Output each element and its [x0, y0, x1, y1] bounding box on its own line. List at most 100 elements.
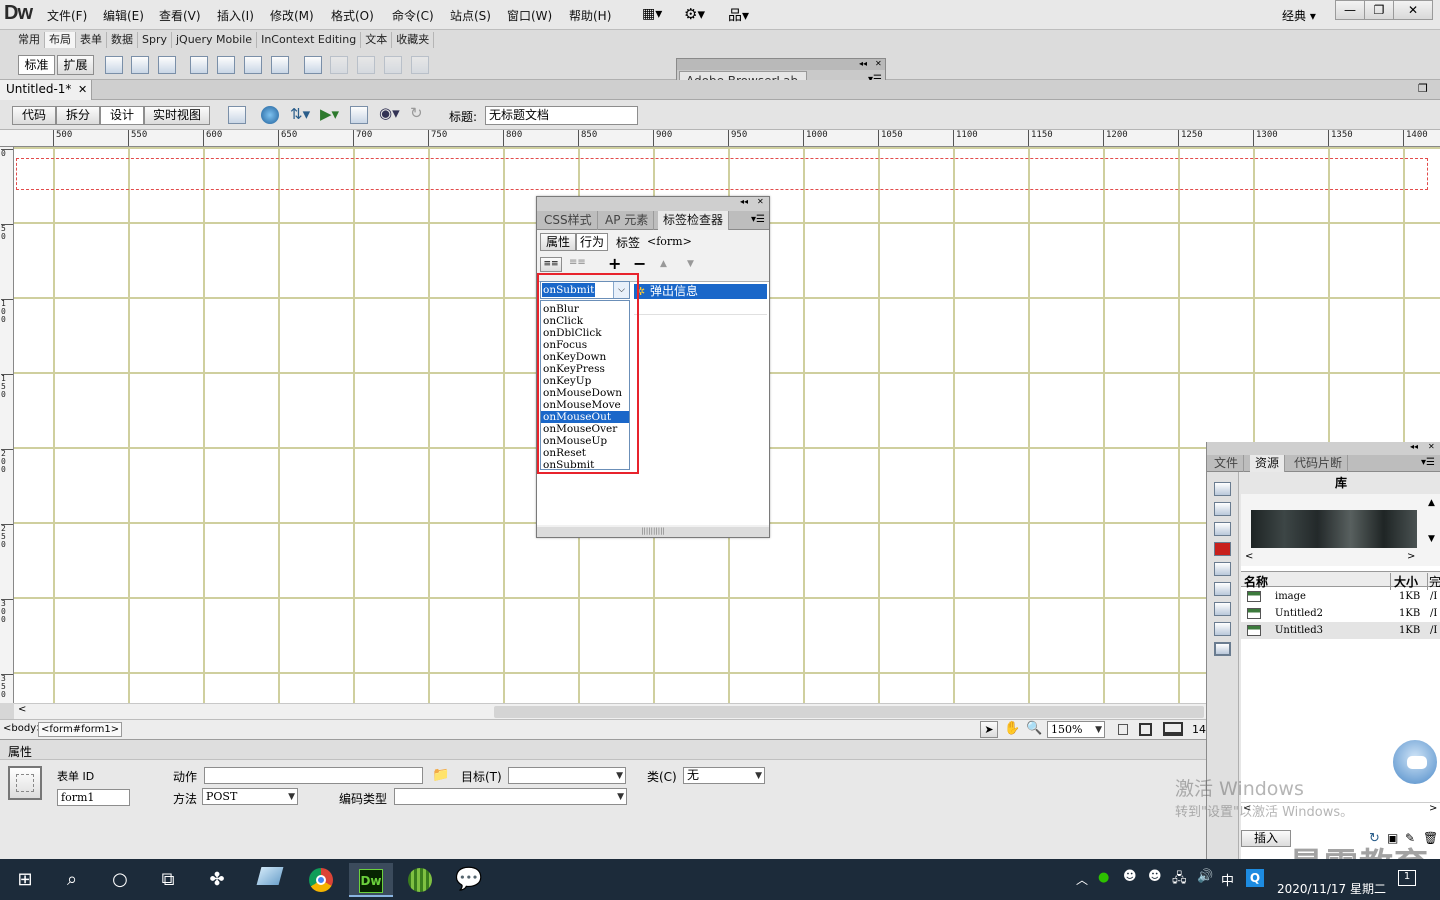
tab-close-icon[interactable]: ✕: [78, 80, 87, 99]
expanded-mode-button[interactable]: 扩展: [57, 55, 94, 75]
menu-window[interactable]: 窗口(W): [507, 7, 552, 24]
notebook-app-icon[interactable]: [250, 863, 290, 897]
menu-commands[interactable]: 命令(C): [392, 7, 434, 24]
menu-file[interactable]: 文件(F): [47, 7, 87, 24]
assistant-avatar[interactable]: [1391, 738, 1439, 786]
layout-icon[interactable]: ▦▾: [642, 6, 662, 22]
inspect-icon[interactable]: ◉▾: [379, 104, 400, 122]
browse-folder-icon[interactable]: 📁: [432, 767, 449, 783]
minimize-button[interactable]: —: [1335, 0, 1365, 20]
scroll-down-icon[interactable]: ▼: [1428, 534, 1435, 544]
menu-format[interactable]: 格式(O): [331, 7, 374, 24]
tab-favorites[interactable]: 收藏夹: [392, 32, 435, 48]
scroll-thumb[interactable]: [494, 706, 1204, 718]
hand-tool-icon[interactable]: ✋: [1004, 721, 1020, 736]
tab-files[interactable]: 文件: [1209, 455, 1245, 472]
scroll-left-icon[interactable]: <: [1245, 551, 1253, 562]
design-view-button[interactable]: 设计: [100, 106, 144, 125]
insert-button[interactable]: 插入: [1241, 830, 1291, 847]
q-app-icon[interactable]: Q: [1246, 869, 1264, 887]
file-transfer-icon[interactable]: ⇅▾: [290, 105, 310, 123]
tag-selector-form[interactable]: <form#form1>: [38, 722, 123, 737]
resize-grip[interactable]: ||||||||||: [537, 527, 769, 537]
movies-icon[interactable]: [1214, 582, 1231, 596]
tray-qq-icon[interactable]: ☻: [1123, 869, 1137, 884]
dreamweaver-taskbar-icon[interactable]: Dw: [349, 863, 393, 897]
multiscreen-icon[interactable]: [228, 106, 246, 124]
gear-icon[interactable]: ⚙▾: [684, 5, 705, 23]
tab-spry[interactable]: Spry: [138, 32, 172, 48]
menu-site[interactable]: 站点(S): [450, 7, 491, 24]
volume-icon[interactable]: 🔊: [1197, 869, 1213, 884]
form-id-input[interactable]: form1: [57, 789, 130, 806]
behaviors-tab[interactable]: 行为: [576, 233, 608, 251]
tray-qq2-icon[interactable]: ☻: [1148, 869, 1162, 884]
preview-globe-icon[interactable]: [261, 106, 279, 124]
panel-titlebar[interactable]: ◂◂ ✕: [537, 197, 769, 211]
scroll-left-icon[interactable]: <: [18, 704, 26, 715]
tab-snippets[interactable]: 代码片断: [1289, 455, 1349, 472]
maximize-button[interactable]: ❐: [1364, 0, 1394, 20]
asset-row[interactable]: image 1KB/I: [1241, 588, 1440, 605]
collapse-icon[interactable]: ◂◂: [740, 197, 748, 206]
panel-menu-icon[interactable]: ▾☰: [1421, 457, 1435, 468]
tab-ap-elements[interactable]: AP 元素: [600, 211, 655, 230]
tab-assets[interactable]: 资源: [1250, 455, 1286, 472]
menu-help[interactable]: 帮助(H): [569, 7, 611, 24]
menu-modify[interactable]: 修改(M): [270, 7, 314, 24]
behavior-row[interactable]: ✲ 弹出信息: [634, 284, 767, 299]
insert-table-icon[interactable]: [105, 56, 123, 74]
show-set-events-icon[interactable]: ≡≡: [540, 257, 562, 272]
document-tab[interactable]: Untitled-1* ✕: [0, 80, 92, 100]
wechat-icon[interactable]: 💬: [449, 863, 489, 897]
move-down-icon[interactable]: ▼: [687, 259, 694, 269]
close-icon[interactable]: ✕: [1428, 442, 1435, 451]
colors-icon[interactable]: [1214, 502, 1231, 516]
restore-doc-icon[interactable]: ❐: [1418, 82, 1428, 95]
method-select[interactable]: POST ▼: [202, 788, 298, 805]
collapse-icon[interactable]: ◂◂: [1410, 442, 1418, 451]
code-view-button[interactable]: 代码: [12, 106, 56, 125]
table-icon[interactable]: [304, 56, 322, 74]
menu-view[interactable]: 查看(V): [159, 7, 201, 24]
standard-mode-button[interactable]: 标准: [18, 55, 55, 75]
collapse-icon[interactable]: ◂◂: [859, 59, 867, 68]
urls-icon[interactable]: [1214, 522, 1231, 536]
chrome-icon[interactable]: [301, 863, 341, 897]
scroll-up-icon[interactable]: ▲: [1428, 498, 1435, 508]
library-icon[interactable]: [1214, 642, 1231, 656]
site-icon[interactable]: 品▾: [728, 5, 749, 25]
spry-tabs-icon[interactable]: [244, 56, 262, 74]
panel-titlebar[interactable]: ◂◂ ✕: [1207, 442, 1440, 455]
zoom-tool-icon[interactable]: 🔍: [1026, 721, 1042, 736]
workspace-switcher[interactable]: 经典 ▾: [1282, 7, 1316, 24]
enctype-select[interactable]: ▼: [394, 788, 627, 805]
tray-expand-icon[interactable]: ︿: [1076, 871, 1088, 888]
live-view-button[interactable]: 实时视图: [144, 106, 210, 125]
network-icon[interactable]: 🖧: [1172, 869, 1187, 891]
desktop-size-icon[interactable]: [1163, 722, 1183, 736]
menu-edit[interactable]: 编辑(E): [103, 7, 144, 24]
class-select[interactable]: 无 ▼: [683, 767, 765, 784]
select-tool-icon[interactable]: ➤: [980, 721, 998, 738]
fluid-grid-icon[interactable]: [190, 56, 208, 74]
scroll-right-icon[interactable]: >: [1429, 803, 1437, 814]
spry-menu-icon[interactable]: [217, 56, 235, 74]
add-behavior-icon[interactable]: +: [608, 254, 621, 273]
mobile-size-icon[interactable]: [1118, 724, 1128, 735]
property-inspector-header[interactable]: 属性: [0, 740, 1208, 760]
search-icon[interactable]: ⌕: [52, 863, 92, 897]
insert-ap-div-icon[interactable]: [158, 56, 176, 74]
move-up-icon[interactable]: ▲: [660, 259, 667, 269]
show-all-events-icon[interactable]: ≡≡: [569, 257, 586, 268]
tab-forms[interactable]: 表单: [76, 32, 107, 48]
remove-behavior-icon[interactable]: −: [633, 254, 646, 273]
form-outline[interactable]: [16, 158, 1428, 190]
close-icon[interactable]: ✕: [757, 197, 764, 206]
browserlab-titlebar[interactable]: [677, 59, 885, 70]
tab-text[interactable]: 文本: [361, 32, 393, 48]
spry-accordion-icon[interactable]: [271, 56, 289, 74]
visual-aids-icon[interactable]: [350, 106, 368, 124]
tab-css-styles[interactable]: CSS样式: [539, 211, 598, 230]
insert-div-icon[interactable]: [131, 56, 149, 74]
